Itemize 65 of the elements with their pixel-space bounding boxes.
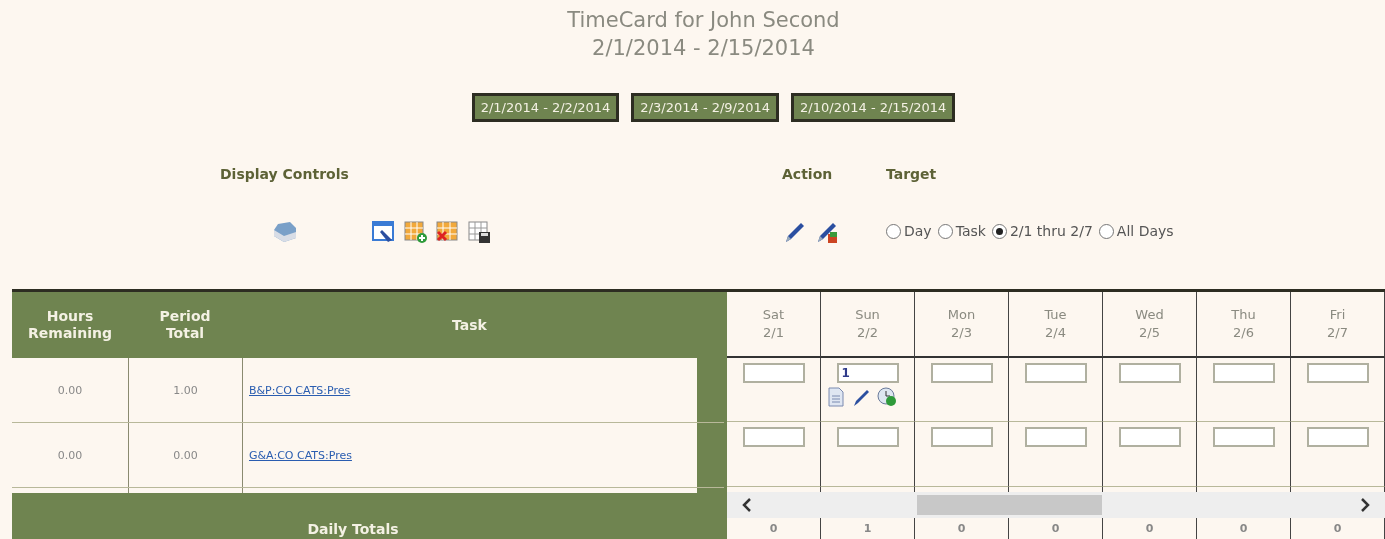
daily-total-cell: 0 [1291, 518, 1385, 539]
scrollbar-thumb[interactable] [917, 495, 1102, 516]
day-name: Tue [1044, 305, 1067, 324]
column-header: Hours Remaining [27, 308, 113, 342]
target-radio[interactable]: Task [937, 223, 986, 239]
hours-input[interactable] [1118, 427, 1181, 448]
grid-settings-icon[interactable] [372, 220, 396, 244]
task-link[interactable]: G&A:CO CATS:Pres [242, 423, 697, 487]
daily-totals-label: Daily Totals [306, 521, 400, 539]
daily-total-cell: 0 [1197, 518, 1291, 539]
horizontal-scrollbar[interactable] [727, 492, 1385, 519]
day-date: 2/7 [1327, 323, 1348, 342]
day-date: 2/2 [857, 323, 878, 342]
display-controls-label: Display Controls [220, 166, 350, 182]
delete-row-icon[interactable] [436, 220, 460, 244]
week-button[interactable]: 2/1/2014 - 2/2/2014 [471, 93, 620, 122]
day-date: 2/5 [1139, 323, 1160, 342]
daily-total-cell: 0 [727, 518, 821, 539]
hours-input[interactable] [1024, 427, 1087, 448]
column-header: Period Total [158, 308, 212, 342]
target-label: Target [886, 166, 938, 182]
target-radio[interactable]: Day [886, 223, 932, 239]
hours-remaining-cell: 0.00 [12, 358, 128, 422]
day-name: Mon [947, 305, 976, 324]
note-icon[interactable] [826, 386, 845, 407]
day-date: 2/3 [951, 323, 972, 342]
daily-total-cell: 0 [1103, 518, 1197, 539]
hours-input[interactable] [1306, 427, 1369, 448]
hours-input[interactable] [1118, 362, 1181, 383]
hours-input[interactable] [742, 362, 805, 383]
hours-input[interactable]: 1 [836, 362, 899, 383]
hours-input[interactable] [742, 427, 805, 448]
hours-input[interactable] [930, 427, 993, 448]
target-radio[interactable]: 2/1 thru 2/7 [991, 223, 1093, 239]
task-link[interactable]: B&P:CO CATS:Pres [242, 358, 697, 422]
day-date: 2/1 [763, 323, 784, 342]
period-total-cell: 1.00 [128, 358, 242, 422]
period-range: 2/1/2014 - 2/15/2014 [592, 35, 815, 62]
page-title: TimeCard for John Second [567, 7, 840, 34]
column-header: Task [452, 316, 487, 334]
day-name: Fri [1329, 305, 1346, 324]
week-button[interactable]: 2/3/2014 - 2/9/2014 [631, 93, 780, 122]
hours-input[interactable] [930, 362, 993, 383]
day-date: 2/4 [1045, 323, 1066, 342]
hours-input[interactable] [1212, 427, 1275, 448]
period-total-cell: 0.00 [128, 423, 242, 487]
save-grid-icon[interactable] [468, 220, 492, 244]
hours-input[interactable] [1306, 362, 1369, 383]
day-name: Sat [762, 305, 785, 324]
hours-input[interactable] [836, 427, 899, 448]
hours-input[interactable] [1024, 362, 1087, 383]
daily-total-cell: 0 [1009, 518, 1103, 539]
day-name: Thu [1231, 305, 1256, 324]
target-radio[interactable]: All Days [1098, 223, 1174, 239]
clock-icon[interactable] [876, 386, 897, 407]
week-button[interactable]: 2/10/2014 - 2/15/2014 [791, 93, 956, 122]
day-name: Sun [855, 305, 880, 324]
daily-total-cell: 1 [821, 518, 915, 539]
hours-input[interactable] [1212, 362, 1275, 383]
action-label: Action [782, 166, 834, 182]
day-name: Wed [1135, 305, 1164, 324]
hours-remaining-cell: 0.00 [12, 423, 128, 487]
daily-total-cell: 0 [915, 518, 1009, 539]
add-row-icon[interactable] [404, 220, 428, 244]
day-date: 2/6 [1233, 323, 1254, 342]
